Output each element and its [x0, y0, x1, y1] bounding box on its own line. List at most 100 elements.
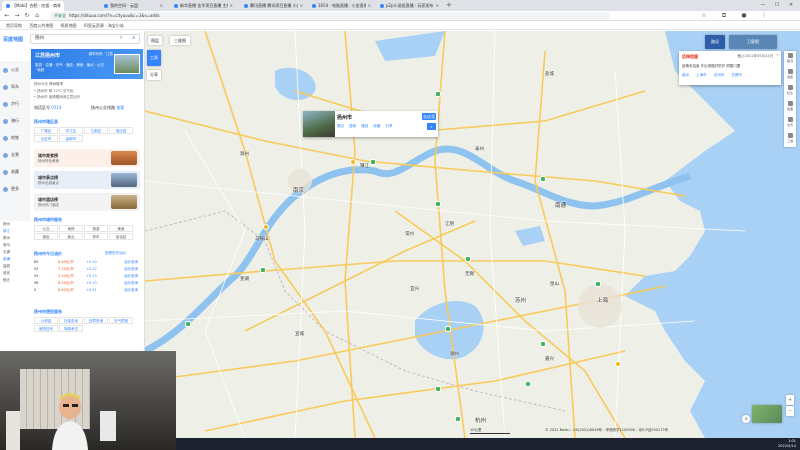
city-label[interactable]: 常州 [405, 231, 414, 237]
toolbar-traffic[interactable]: 路况 [784, 51, 796, 67]
city-strip-item[interactable]: 无锡 [0, 249, 31, 256]
notice-link[interactable]: 无锡市 [731, 73, 742, 77]
taskbar-clock[interactable]: 1:01 2022/5/14 [778, 439, 796, 449]
close-tab-icon[interactable]: ✕ [300, 1, 303, 11]
close-tab-icon[interactable]: ✕ [368, 1, 371, 11]
close-icon[interactable]: ✕ [776, 53, 779, 57]
go-here-button[interactable]: 去这里 [422, 113, 436, 120]
fuel-history-link[interactable]: 查看历史油价 [105, 251, 126, 256]
back-icon[interactable]: ← [3, 12, 11, 20]
security-badge[interactable]: 不安全 [54, 13, 66, 18]
city-strip-item[interactable]: 扬州 [0, 221, 31, 228]
search-icon[interactable]: ⌕ [132, 35, 135, 43]
browser-tab-1[interactable]: 【Mobi】合肥 · 吃饭 · 商场 ✕ [2, 1, 64, 11]
share-button[interactable]: 分享 [147, 70, 161, 80]
poi-pin-icon[interactable] [350, 159, 356, 165]
browser-tab-5[interactable]: 1654 · 电脑直播 · 小金直播 ✕ [308, 1, 374, 11]
poi-pin-icon[interactable] [185, 321, 191, 327]
service-item[interactable]: 停车 [84, 233, 108, 240]
transit-link[interactable]: 查看 [116, 105, 124, 110]
city-links[interactable]: 旅游 · 交通 · 天气 · 酒店 · 美食 · 景点 · 公交 · 地铁 [35, 63, 105, 73]
search-input[interactable]: 扬州 ✕ ⌕ [30, 34, 140, 44]
fuel-query-link[interactable]: 油价查询 [124, 259, 138, 266]
map-canvas[interactable]: 扬州 南京 镇江 泰州 南通 常州 无锡 苏州 上海 嘉兴 湖州 马鞍山 芜湖 … [145, 31, 800, 438]
poi-pin-icon[interactable] [455, 416, 461, 422]
browser-tab-2[interactable]: 我的空间 - 云盘 ✕ [100, 1, 166, 11]
city-label[interactable]: 滁州 [240, 151, 249, 157]
service-item[interactable]: 酒店 [34, 233, 58, 240]
area-link[interactable]: 江都区 [84, 127, 108, 134]
food-rank-card[interactable]: 城市美食榜 扬州特色美食 [34, 149, 140, 167]
city-strip-item[interactable]: 宿迁 [0, 277, 31, 284]
poi-pin-icon[interactable] [435, 201, 441, 207]
poi-pin-icon[interactable] [445, 326, 451, 332]
profile-icon[interactable]: ● [740, 12, 748, 20]
city-label[interactable]: 宜兴 [410, 286, 419, 292]
locate-icon[interactable]: ⊙ [742, 415, 750, 423]
close-tab-icon[interactable]: ✕ [160, 1, 163, 11]
area-link[interactable]: 邗江区 [59, 127, 83, 134]
city-strip-item[interactable]: 盐城 [0, 263, 31, 270]
notice-link[interactable]: 上海市 [696, 73, 707, 77]
satellite-thumbnail[interactable] [752, 405, 782, 423]
life-link[interactable]: 社保查询 [59, 317, 83, 324]
search-icon[interactable]: ⌕ [427, 123, 436, 130]
poi-pin-icon[interactable] [263, 224, 269, 230]
bookmark-item[interactable]: 纸质地图 [61, 23, 77, 28]
city-strip-item[interactable]: 南通 [0, 256, 31, 263]
nav-item[interactable]: 驾车 [0, 78, 30, 95]
baidu-map-logo[interactable]: 百度地图 [3, 36, 23, 43]
service-item[interactable]: 旅游 [84, 225, 108, 232]
browser-tab-6[interactable]: p2p小说组直播 · 玩家发布 · 微博✕ [376, 1, 442, 11]
bookmark-item[interactable]: 阿里云资源 - 淘宝小站 [84, 23, 124, 28]
satellite-button[interactable]: 卫星图 [729, 35, 777, 49]
star-icon[interactable]: ☆ [700, 12, 708, 20]
city-photo[interactable] [114, 54, 140, 74]
extension-icon[interactable]: ⧉ [720, 12, 728, 20]
toolbar-panorama[interactable]: 全景 [784, 115, 796, 131]
poi-pin-icon[interactable] [435, 91, 441, 97]
bookmark-item[interactable]: 百度公共地图 [29, 23, 53, 28]
life-link[interactable]: 医院挂号 [34, 325, 58, 332]
service-item[interactable]: 加油站 [109, 233, 133, 240]
close-tab-icon[interactable]: ✕ [230, 1, 233, 11]
city-label[interactable]: 南京 [293, 186, 304, 194]
city-label[interactable]: 湖州 [450, 351, 459, 357]
poi-pin-icon[interactable] [435, 386, 441, 392]
fuel-query-link[interactable]: 油价查询 [124, 266, 138, 273]
nav-item[interactable]: 地铁 [0, 129, 30, 146]
notice-link[interactable]: 苏州市 [714, 73, 725, 77]
nav-item[interactable]: 收藏 [0, 163, 30, 180]
popup-action[interactable]: 搜索 [349, 124, 356, 128]
city-label[interactable]: 杭州 [475, 416, 486, 424]
city-label[interactable]: 镇江 [360, 163, 369, 169]
nav-item[interactable]: 公交 [0, 61, 30, 78]
popup-action[interactable]: 周边 [337, 124, 344, 128]
city-strip-item[interactable]: 镇江 [0, 228, 31, 235]
city-strip-item[interactable]: 常州 [0, 242, 31, 249]
area-link[interactable]: 广陵区 [34, 127, 58, 134]
notice-link[interactable]: 南京 [682, 73, 689, 77]
city-label[interactable]: 南通 [555, 201, 566, 209]
city-label[interactable]: 苏州 [515, 296, 526, 304]
toolbar-3d[interactable]: 三维 [784, 131, 796, 147]
service-item[interactable]: 美食 [109, 225, 133, 232]
reload-icon[interactable]: ↻ [23, 12, 31, 20]
zoom-out-button[interactable]: − [786, 406, 794, 416]
minimize-button[interactable]: — [756, 0, 770, 11]
forward-icon[interactable]: → [13, 12, 21, 20]
area-link[interactable]: 仪征市 [34, 135, 58, 142]
3d-button[interactable]: 三维图 [170, 36, 190, 45]
traffic-button[interactable]: 路况 [705, 35, 725, 49]
city-label[interactable]: 上海 [597, 296, 608, 304]
fuel-query-link[interactable]: 油价查询 [124, 287, 138, 294]
area-link[interactable]: 宝应县 [109, 127, 133, 134]
close-tab-icon[interactable]: ✕ [58, 1, 61, 11]
city-strip-item[interactable]: 淮安 [0, 270, 31, 277]
city-label[interactable]: 泰州 [475, 146, 484, 152]
popup-action[interactable]: 路线 [361, 124, 368, 128]
nav-item[interactable]: 更多 [0, 180, 30, 197]
maximize-button[interactable]: ☐ [770, 0, 784, 11]
city-strip-item[interactable]: 泰州 [0, 235, 31, 242]
browser-tab-3[interactable]: 新华直播 金华项目直播 主播 ✕ [170, 1, 236, 11]
